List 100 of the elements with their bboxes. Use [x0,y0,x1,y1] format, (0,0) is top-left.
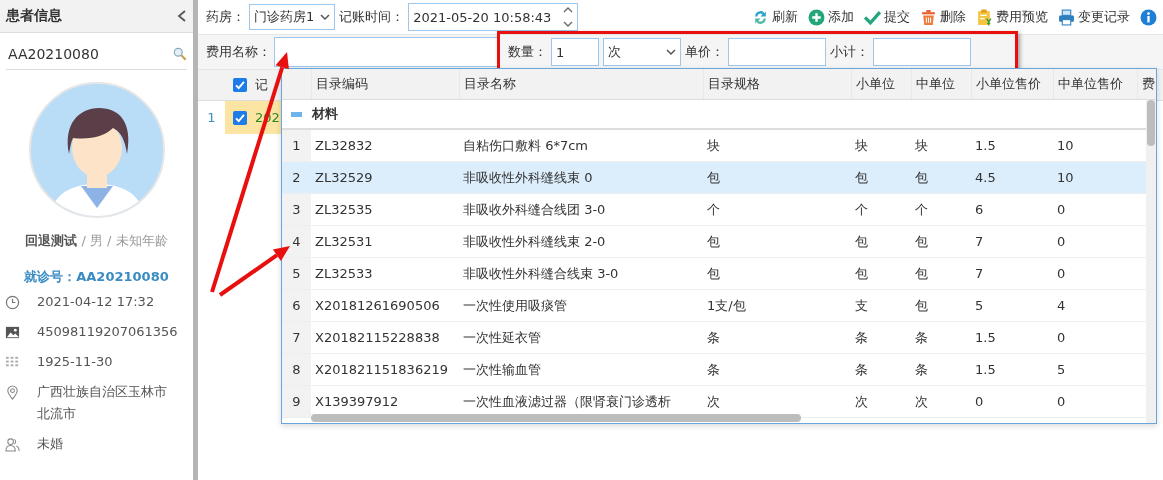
name-field[interactable] [274,37,500,67]
table-cell: X201821151836219 [311,353,459,386]
field-label: 数量： [508,43,547,61]
table-cell: X20182115228838 [311,321,459,354]
datetime-field[interactable]: 2021-05-20 10:58:43 [408,3,579,31]
table-cell: 包 [851,257,911,290]
table-cell: 一次性输血管 [459,353,703,386]
check-icon [864,8,881,26]
field-label: 费用名称： [206,43,271,61]
table-cell: 条 [911,353,971,386]
row-number: 5 [282,257,311,290]
toolbar-button[interactable]: 刷新 [752,8,798,26]
table-cell: 7 [971,257,1053,290]
table-cell: 0 [1053,321,1137,354]
table-cell: 1.5 [971,353,1053,386]
field-label: 药房： [206,8,245,26]
table-cell: ZL32529 [311,161,459,194]
location-icon [5,385,20,400]
table-cell: ZL32832 [311,129,459,162]
table-cell: 包 [703,225,851,258]
checkbox[interactable] [233,78,247,92]
printer-icon [1058,8,1075,26]
table-cell: 包 [851,161,911,194]
table-cell: 0 [1053,193,1137,226]
detail-text: 45098119207061356 [37,323,177,341]
unit-select[interactable]: 次 [603,38,681,66]
table-cell: 条 [703,353,851,386]
row-number: 6 [282,289,311,322]
price-field[interactable] [728,38,826,66]
table-cell: 条 [703,321,851,354]
table-cell: 0 [1053,385,1137,418]
table-cell: 块 [911,129,971,162]
group-label: 材料 [312,105,338,123]
search-field[interactable]: AA20210080 [6,39,187,70]
info-icon[interactable] [1140,8,1157,26]
table-cell: 包 [703,257,851,290]
row-number: 1 [206,110,217,125]
pharmacy-select[interactable]: 门诊药房1 [249,4,336,30]
toolbar-button[interactable]: 提交 [864,8,910,26]
toolbar-button[interactable]: 添加 [808,8,854,26]
table-cell: 0 [1053,257,1137,290]
history-button[interactable]: 变更记录 [1058,8,1130,26]
vertical-scrollbar[interactable] [1147,100,1155,146]
checkbox[interactable] [233,110,247,125]
column-header: 目录名称 [459,69,703,100]
row-number: 7 [282,321,311,354]
trash-icon [920,8,937,26]
table-row[interactable]: 2 ZL32529 非吸收性外科缝线束 0 包 包 包 4.5 10 [282,161,1156,194]
column-header: 费 [1137,69,1156,100]
row-number: 1 [282,129,311,162]
caret-icon [320,13,331,21]
table-cell: 次 [851,385,911,418]
table-cell: 1.5 [971,321,1053,354]
table-cell: 10 [1053,129,1137,162]
document-icon [976,8,993,26]
table-cell: 4.5 [971,161,1053,194]
detail-text: 广西壮族自治区玉林市北流市 [37,383,168,423]
toolbar-button[interactable]: 费用预览 [976,8,1048,26]
table-cell: 自粘伤口敷料 6*7cm [459,129,703,162]
table-cell: 7 [971,225,1053,258]
field-label: 小计： [830,43,869,61]
detail-text: 2021-04-12 17:32 [37,293,156,311]
row-number: 8 [282,353,311,386]
table-cell: 包 [911,257,971,290]
table-cell: 1.5 [971,129,1053,162]
table-cell: 包 [851,225,911,258]
table-cell: 一次性延衣管 [459,321,703,354]
add-icon [808,8,825,26]
table-cell: 包 [911,161,971,194]
people-icon [5,437,20,452]
visit-number: 就诊号：AA20210080 [23,268,170,286]
quantity-field[interactable]: 1 [551,38,599,66]
table-cell: 条 [851,353,911,386]
table-cell: 非吸收外科缝合线团 3-0 [459,193,703,226]
refresh-icon [752,8,769,26]
column-header: 目录编码 [311,69,459,100]
table-cell: 0 [971,385,1053,418]
panel-title: 患者信息 [6,7,62,25]
toolbar-button[interactable]: 删除 [920,8,966,26]
collapse-icon[interactable] [177,10,187,22]
horizontal-scrollbar[interactable] [311,414,801,422]
search-icon[interactable] [173,47,187,61]
spinner-icon[interactable] [563,6,574,28]
patient-name: 回退测试 / 男 / 未知年龄 [24,232,169,250]
table-cell: 0 [1053,225,1137,258]
subtotal-field[interactable] [873,38,971,66]
table-cell: 非吸收性外科缝线束 2-0 [459,225,703,258]
table-cell: 6 [971,193,1053,226]
table-cell: 包 [911,225,971,258]
table-cell: 5 [1053,353,1137,386]
table-cell: 条 [851,321,911,354]
row-number: 9 [282,385,311,418]
column-header: 中单位 [911,69,971,100]
column-header: 小单位售价 [971,69,1053,100]
field-label: 单价： [685,43,724,61]
table-cell: ZL32535 [311,193,459,226]
table-cell: 1支/包 [703,289,851,322]
table-cell: ZL32533 [311,257,459,290]
table-cell: ZL32531 [311,225,459,258]
table-cell: 个 [911,193,971,226]
